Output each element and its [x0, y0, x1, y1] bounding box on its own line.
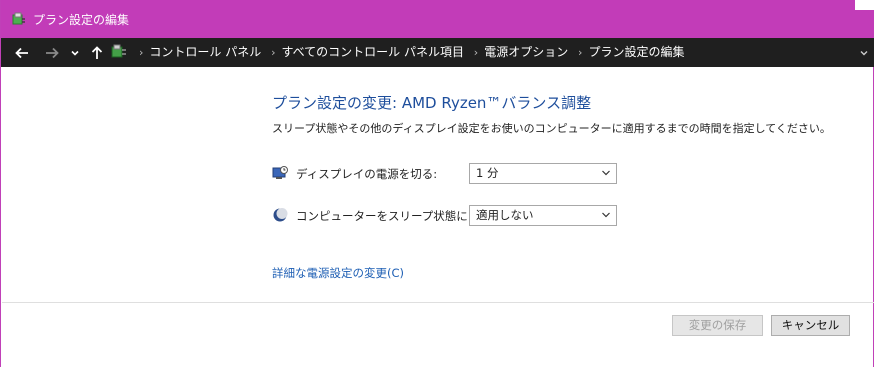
chevron-down-icon — [71, 50, 79, 56]
save-changes-button[interactable]: 変更の保存 — [672, 315, 763, 336]
up-button[interactable] — [87, 38, 107, 67]
breadcrumb: › コントロール パネル › すべてのコントロール パネル項目 › 電源オプション ›… — [133, 38, 684, 67]
arrow-left-icon — [15, 47, 28, 58]
page-description: スリープ状態やその他のディスプレイ設定をお使いのコンピューターに適用するまでの時… — [272, 122, 831, 135]
breadcrumb-item[interactable]: コントロール パネル — [149, 45, 261, 59]
moon-icon — [273, 208, 288, 222]
cancel-button[interactable]: キャンセル — [771, 315, 850, 336]
window-title: プラン設定の編集 — [33, 13, 130, 27]
chevron-right-icon: › — [578, 46, 583, 59]
chevron-down-icon — [602, 170, 610, 176]
sleep-label: コンピューターをスリープ状態にする: — [296, 209, 495, 223]
title-bar-corner — [855, 0, 874, 10]
breadcrumb-item[interactable]: プラン設定の編集 — [588, 45, 684, 59]
address-history-button[interactable] — [859, 38, 869, 67]
display-icon — [272, 166, 288, 179]
sleep-select[interactable]: 適用しない — [469, 205, 617, 226]
recent-locations-button[interactable] — [67, 38, 83, 67]
chevron-right-icon: › — [473, 46, 479, 59]
back-button[interactable] — [11, 38, 33, 67]
control-panel-icon — [111, 44, 126, 58]
chevron-down-icon — [602, 212, 610, 218]
footer-divider — [2, 302, 874, 303]
chevron-down-icon — [860, 50, 868, 55]
page-title: プラン設定の変更: AMD Ryzen™バランス調整 — [272, 94, 592, 112]
sleep-value: 適用しない — [476, 208, 534, 222]
breadcrumb-item[interactable]: すべてのコントロール パネル項目 — [281, 45, 464, 59]
arrow-up-icon — [91, 45, 103, 59]
window: プラン設定の編集 › コントロール パネル › すべてのコントロール パネル項目… — [0, 0, 874, 367]
forward-button[interactable] — [41, 38, 63, 67]
title-bar: プラン設定の編集 — [1, 0, 874, 38]
advanced-power-settings-link[interactable]: 詳細な電源設定の変更(C) — [272, 265, 404, 281]
display-off-value: 1 分 — [476, 166, 499, 180]
breadcrumb-item[interactable]: 電源オプション — [484, 45, 568, 59]
display-off-select[interactable]: 1 分 — [469, 163, 617, 184]
address-bar: › コントロール パネル › すべてのコントロール パネル項目 › 電源オプション ›… — [1, 38, 874, 67]
power-options-icon — [12, 12, 25, 25]
display-off-label: ディスプレイの電源を切る: — [296, 167, 438, 181]
chevron-right-icon: › — [271, 46, 276, 59]
arrow-right-icon — [46, 47, 59, 58]
chevron-right-icon: › — [139, 46, 144, 59]
